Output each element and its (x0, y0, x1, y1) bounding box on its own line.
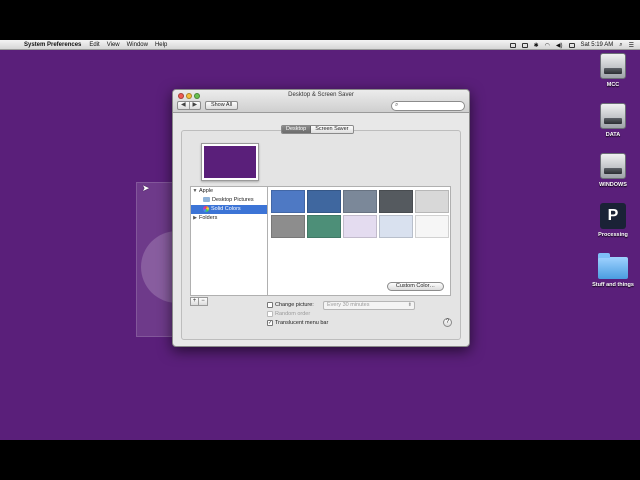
notification-center-icon[interactable]: ☰ (629, 42, 634, 49)
tab-screen-saver[interactable]: Screen Saver (311, 126, 353, 133)
menu-edit[interactable]: Edit (89, 42, 99, 48)
source-group-label: Apple (199, 188, 214, 194)
source-item-solid-colors[interactable]: Solid Colors (191, 205, 267, 214)
window-titlebar[interactable]: Desktop & Screen Saver ◀ ▶ Show All ⌕ (173, 90, 469, 113)
desktop-icon-label: MCC (606, 82, 620, 88)
source-item-label: Solid Colors (211, 206, 241, 212)
mouse-cursor-icon: ➤ (142, 183, 150, 193)
menu-bar: System Preferences Edit View Window Help… (0, 40, 640, 50)
color-swatch[interactable] (415, 215, 449, 238)
drive-icon (600, 53, 626, 79)
processing-app-icon: P (600, 203, 626, 229)
folder-icon (203, 197, 210, 203)
drive-icon (600, 153, 626, 179)
change-picture-checkbox[interactable] (267, 302, 273, 308)
menu-clock[interactable]: Sat 5:19 AM (581, 42, 614, 48)
search-field[interactable]: ⌕ (391, 101, 465, 111)
source-group-apple[interactable]: ▼ Apple (191, 187, 267, 196)
translucent-menu-bar-option[interactable]: ✓ Translucent menu bar (267, 320, 328, 326)
popup-arrows-icon: ⬍ (407, 302, 412, 308)
status-box-icon[interactable] (509, 42, 516, 48)
color-swatch[interactable] (271, 215, 305, 238)
menu-window[interactable]: Window (127, 42, 148, 48)
monitor-icon[interactable] (521, 42, 528, 48)
random-order-label: Random order (275, 311, 311, 317)
color-wheel-icon (203, 205, 209, 212)
color-swatch[interactable] (415, 190, 449, 213)
translucent-menu-bar-label: Translucent menu bar (275, 320, 329, 326)
back-arrow-icon[interactable]: ◀ (178, 102, 190, 109)
random-order-option: Random order (267, 311, 310, 317)
source-item-label: Desktop Pictures (212, 197, 254, 203)
desktop-icon-mcc[interactable]: MCC (583, 53, 640, 88)
remove-folder-button[interactable]: − (199, 297, 208, 306)
source-list: ▼ Apple Desktop Pictures Solid Colors ▶ Fo… (190, 186, 268, 296)
back-forward-buttons: ◀ ▶ (177, 101, 201, 110)
translucent-menu-bar-checkbox[interactable]: ✓ (267, 320, 273, 326)
preview-color (204, 146, 256, 178)
desktop-preview (201, 143, 259, 181)
change-picture-option[interactable]: Change picture: (267, 302, 314, 308)
desktop-icon-processing[interactable]: P Processing (583, 203, 640, 238)
custom-color-button[interactable]: Custom Color… (386, 282, 444, 291)
forward-arrow-icon[interactable]: ▶ (190, 102, 201, 109)
spotlight-search-icon[interactable]: ⌕ (619, 42, 622, 49)
source-item-desktop-pictures[interactable]: Desktop Pictures (191, 196, 267, 205)
color-swatch[interactable] (307, 215, 341, 238)
folder-icon (598, 253, 628, 279)
menu-app-name[interactable]: System Preferences (24, 42, 81, 48)
color-swatch-grid: Custom Color… (267, 186, 451, 296)
change-picture-label: Change picture: (275, 302, 314, 308)
menu-extras: ✱ ◠ ◀) Sat 5:19 AM ⌕ ☰ (509, 40, 634, 50)
desktop-screen-saver-window: Desktop & Screen Saver ◀ ▶ Show All ⌕ De… (172, 89, 470, 347)
change-interval-select: Every 30 minutes ⬍ (323, 301, 415, 310)
drive-icon (600, 103, 626, 129)
tab-bar: Desktop Screen Saver (281, 125, 354, 134)
add-remove-buttons: + − (190, 297, 208, 306)
search-icon: ⌕ (395, 102, 399, 108)
desktop-icon-label: Processing (598, 232, 628, 238)
color-swatch[interactable] (379, 215, 413, 238)
desktop-icon-stuff-and-things[interactable]: Stuff and things (583, 253, 640, 288)
random-order-checkbox (267, 311, 273, 317)
desktop-icon-windows[interactable]: WINDOWS (583, 153, 640, 188)
window-title: Desktop & Screen Saver (288, 92, 354, 98)
color-swatch[interactable] (271, 190, 305, 213)
source-group-folders[interactable]: ▶ Folders (191, 214, 267, 223)
screen: System Preferences Edit View Window Help… (0, 0, 640, 480)
desktop-icon-label: Stuff and things (592, 282, 634, 288)
disclosure-right-icon[interactable]: ▶ (191, 214, 199, 223)
source-group-label: Folders (199, 215, 218, 221)
add-folder-button[interactable]: + (190, 297, 199, 306)
color-swatch[interactable] (343, 190, 377, 213)
menu-help[interactable]: Help (155, 42, 167, 48)
desktop-icon-data[interactable]: DATA (583, 103, 640, 138)
desktop-icon-label: WINDOWS (599, 182, 627, 188)
color-swatch[interactable] (307, 190, 341, 213)
help-button[interactable]: ? (443, 318, 452, 327)
volume-icon[interactable]: ◀) (556, 42, 563, 49)
disclosure-down-icon[interactable]: ▼ (191, 187, 199, 196)
bluetooth-icon[interactable]: ✱ (534, 42, 539, 49)
wifi-icon[interactable]: ◠ (545, 42, 550, 49)
color-swatch[interactable] (343, 215, 377, 238)
color-swatch[interactable] (379, 190, 413, 213)
interval-value: Every 30 minutes (327, 302, 370, 308)
desktop-icon-label: DATA (605, 132, 621, 138)
show-all-button[interactable]: Show All (205, 101, 238, 110)
menu-view[interactable]: View (107, 42, 120, 48)
tab-desktop[interactable]: Desktop (282, 126, 312, 133)
battery-icon[interactable] (568, 42, 575, 48)
